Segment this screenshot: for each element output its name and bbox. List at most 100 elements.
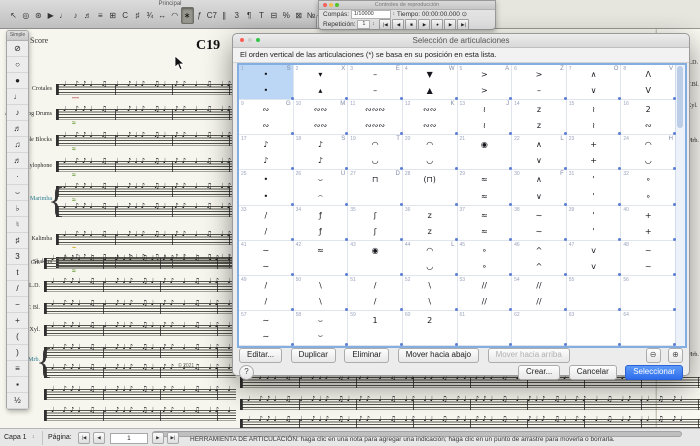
speedy-entry-tool-icon[interactable]: ♪ [70,8,81,23]
articulation-cell[interactable]: 15≀≀ [567,100,622,135]
layer-selector[interactable]: Capa 1 [4,434,27,441]
compas-stepper[interactable]: ↕ [393,10,396,19]
articulation-cell[interactable]: 42≈ [294,241,349,276]
zoom-in-button[interactable]: ⊕ [668,348,683,363]
compas-field[interactable]: 1/10000 [351,10,391,19]
articulation-cell[interactable]: 1S•• [239,65,294,100]
first-page-button[interactable]: |◀ [78,432,90,444]
natural-icon[interactable]: ♮ [7,217,28,233]
playback-titlebar[interactable]: Controles de reproducción [319,1,495,10]
articulation-cell[interactable]: 591 [348,311,403,346]
resize-tool-icon[interactable]: % [281,8,292,23]
articulation-cell[interactable]: 38∼∼ [512,206,567,241]
articulation-cell[interactable]: 41∼∼ [239,241,294,276]
seleccionar-button[interactable]: Seleccionar [625,365,683,380]
layer-stepper[interactable]: ↕ [32,434,35,440]
articulation-cell[interactable]: 55 [567,276,622,311]
palette-title[interactable]: Simple [7,31,28,41]
articulation-cell[interactable]: 12K∾∾∾∾ [403,100,458,135]
chord-tool-icon[interactable]: C7 [206,8,217,23]
articulation-cell[interactable]: 8VΛV [621,65,676,100]
slash-icon[interactable]: / [7,281,28,297]
articulation-cell[interactable]: 5A>> [458,65,513,100]
sixteenth-note-icon[interactable]: ♬ [7,121,28,137]
hand-grabber-tool-icon[interactable]: ⊛ [33,8,44,23]
articulation-cell[interactable]: 31'' [567,170,622,205]
articulation-cell[interactable]: 23++ [567,135,622,170]
plus-icon[interactable]: + [7,313,28,329]
articulation-cell[interactable]: 53//// [458,276,513,311]
articulation-cell[interactable]: 46^^ [512,241,567,276]
articulation-cell[interactable]: 25•• [239,170,294,205]
tuplet-tool-icon[interactable]: 3 [231,8,242,23]
articulation-cell[interactable]: 50\\ [294,276,349,311]
articulation-cell[interactable]: 3E–– [348,65,403,100]
articulation-cell[interactable]: 14zz [512,100,567,135]
articulation-cell[interactable]: 64 [621,311,676,346]
articulation-cell[interactable]: 61 [458,311,513,346]
note-mover-tool-icon[interactable]: ↔ [157,8,168,23]
graphics-tool-icon[interactable]: ⊠ [293,8,304,23]
articulation-cell[interactable]: 24H◠◡ [621,135,676,170]
repeticion-field[interactable]: 1 [357,20,370,29]
minus-icon[interactable]: − [7,297,28,313]
dot-icon[interactable]: · [7,169,28,185]
articulation-cell[interactable]: 11∾∾∾∾∾∾ [348,100,403,135]
articulation-cell[interactable]: 27D⊓ [348,170,403,205]
staff-tool-icon[interactable]: ≡ [95,8,106,23]
half-note-icon[interactable]: ● [7,73,28,89]
articulation-cell[interactable]: 35ʃʃ [348,206,403,241]
staff-icon[interactable]: ≡ [7,361,28,377]
sharp-icon[interactable]: ♯ [7,233,28,249]
articulation-cell[interactable]: 18S♪♪ [294,135,349,170]
articulation-cell[interactable]: 37≈≈ [458,206,513,241]
articulation-cell[interactable]: 43◉ [348,241,403,276]
prev-page-button[interactable]: ◀ [93,432,105,444]
articulation-cell[interactable]: 51// [348,276,403,311]
articulation-cell[interactable]: 30F∧∨ [512,170,567,205]
articulation-cell[interactable]: 40++ [621,206,676,241]
articulation-cell[interactable]: 13J≀≀ [458,100,513,135]
next-page-button[interactable]: ▶ [152,432,164,444]
editar-button[interactable]: Editar... [239,348,282,363]
eliminar-button[interactable]: Eliminar [344,348,389,363]
articulation-cell[interactable]: 57∼∼ [239,311,294,346]
time-signature-tool-icon[interactable]: ¾ [144,8,155,23]
articulation-cell[interactable]: 48~~ [621,241,676,276]
articulation-cell[interactable]: 17♪♪ [239,135,294,170]
articulation-cell[interactable]: 19T◠◡ [348,135,403,170]
key-signature-tool-icon[interactable]: ♯ [132,8,143,23]
smart-shape-tool-icon[interactable]: ◠ [169,8,180,23]
lyrics-tool-icon[interactable]: ¶ [244,8,255,23]
articulation-cell[interactable]: 7O∧∨ [567,65,622,100]
articulation-cell[interactable]: 602 [403,311,458,346]
zoom-tool-icon[interactable]: ◎ [20,8,31,23]
transport-button[interactable]: ● [431,19,443,30]
articulation-cell[interactable]: 2X▾▴ [294,65,349,100]
eraser-icon[interactable]: ⊘ [7,41,28,57]
articulation-cell[interactable]: 4W▼▲ [403,65,458,100]
articulation-cell[interactable]: 39'' [567,206,622,241]
hyperscribe-tool-icon[interactable]: ♬ [82,8,93,23]
articulation-tool-icon[interactable]: ∗ [181,7,194,24]
articulation-cell[interactable]: 33// [239,206,294,241]
expression-tool-icon[interactable]: ƒ [194,8,205,23]
articulation-cell[interactable]: 62 [512,311,567,346]
transport-button[interactable]: ◀ [392,19,404,30]
articulation-cell[interactable]: 56 [621,276,676,311]
articulation-cell[interactable]: 21◉ [458,135,513,170]
articulation-cell[interactable]: 26U⌣⌢ [294,170,349,205]
articulation-cell[interactable]: 45∘∘ [458,241,513,276]
articulation-cell[interactable]: 58⌣⌣ [294,311,349,346]
eighth-note-icon[interactable]: ♪ [7,105,28,121]
simple-entry-tool-icon[interactable]: ♩ [58,8,69,23]
repeticion-stepper[interactable]: ↕ [372,20,375,29]
articulation-cell[interactable]: 54//// [512,276,567,311]
half-step-icon[interactable]: ½ [7,393,28,409]
text-tool-icon[interactable]: T [256,8,267,23]
duplicar-button[interactable]: Duplicar [291,348,336,363]
flat-icon[interactable]: ♭ [7,201,28,217]
transport-button[interactable]: |◀ [379,19,391,30]
sixtyfourth-note-icon[interactable]: ♬ [7,153,28,169]
zoom-out-button[interactable]: ⊖ [646,348,661,363]
